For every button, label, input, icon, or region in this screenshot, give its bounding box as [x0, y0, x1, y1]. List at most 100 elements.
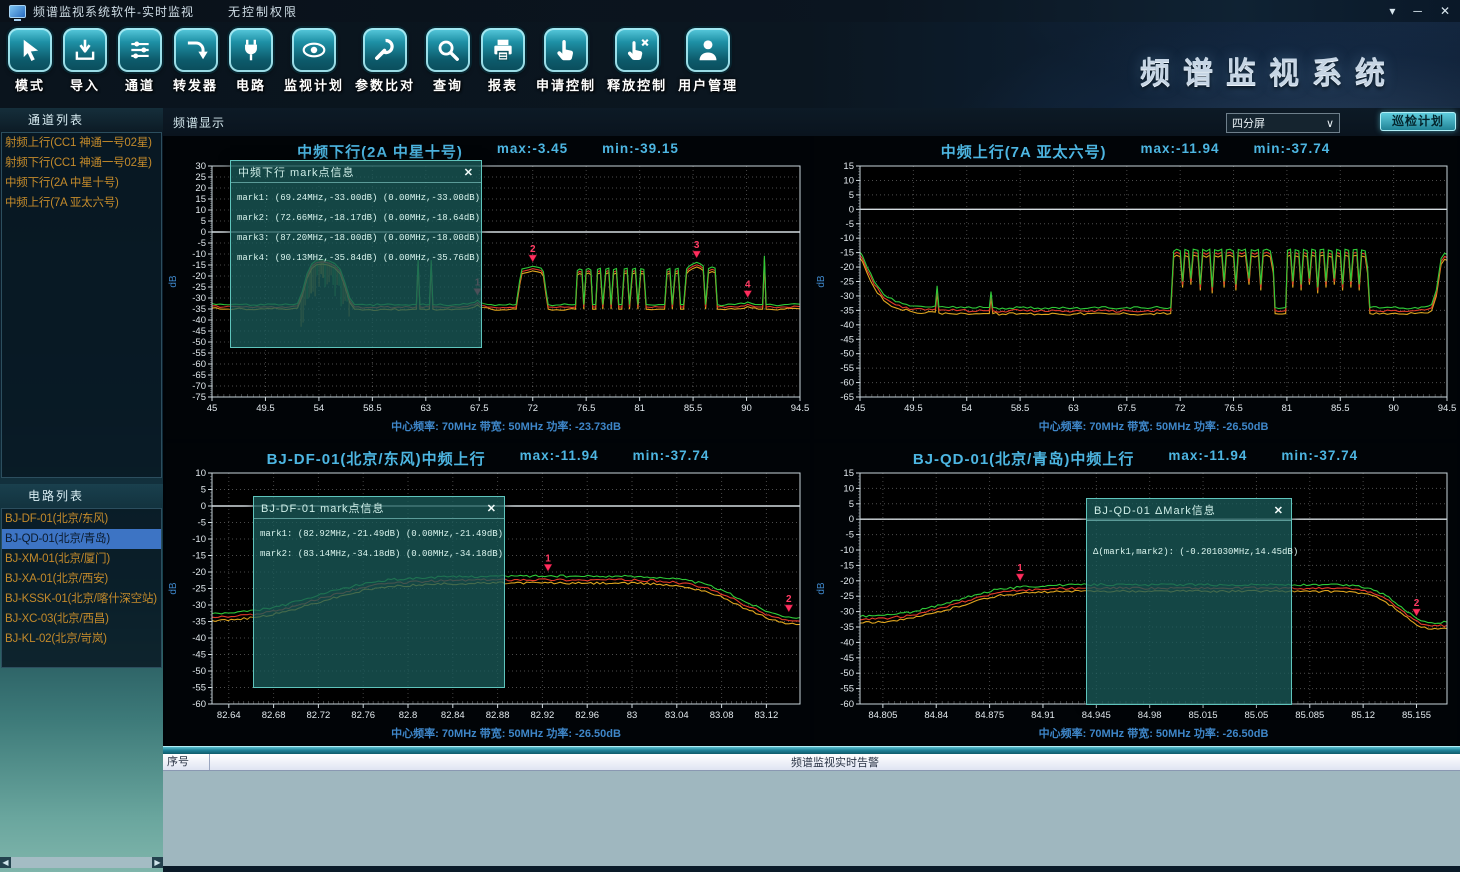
mark-info-popup[interactable]: BJ-QD-01 ΔMark信息✕Δ(mark1,mark2): (-0.201…	[1086, 498, 1292, 705]
channel-item[interactable]: 中频上行(7A 亚太六号)	[2, 193, 161, 213]
svg-text:-5: -5	[198, 238, 206, 249]
param-compare-button[interactable]: 参数比对	[355, 28, 415, 94]
svg-text:-25: -25	[840, 591, 854, 602]
svg-text:-40: -40	[192, 315, 206, 326]
svg-text:54: 54	[314, 403, 325, 414]
svg-text:-5: -5	[846, 530, 854, 541]
channel-item[interactable]: 射频下行(CC1 神通一号02星)	[2, 153, 161, 173]
svg-text:85.5: 85.5	[1331, 403, 1350, 414]
svg-text:-60: -60	[192, 359, 206, 370]
svg-text:-15: -15	[192, 551, 206, 562]
alarm-table: 序号 频谱监视实时告警	[163, 754, 1460, 866]
forward-arrow-icon	[174, 28, 218, 72]
svg-text:-70: -70	[192, 381, 206, 392]
popup-row: mark1: (69.24MHz,-33.00dB) (0.00MHz,-33.…	[237, 193, 475, 203]
query-button[interactable]: 查询	[426, 28, 470, 94]
chart-footer: 中心频率: 70MHz 带宽: 50MHz 功率: -23.73dB	[391, 419, 621, 433]
svg-text:85.155: 85.155	[1402, 710, 1431, 721]
svg-text:-35: -35	[840, 305, 854, 316]
svg-text:84.945: 84.945	[1082, 710, 1111, 721]
spectrum-chart-panel[interactable]: BJ-QD-01(北京/青岛)中频上行max:-11.94min:-37.74-…	[814, 443, 1457, 746]
alarm-table-header: 序号 频谱监视实时告警	[163, 754, 1460, 771]
channel-list-header: 通道列表	[0, 108, 163, 132]
tab-spectrum-display[interactable]: 频谱显示	[173, 114, 225, 131]
spectrum-chart-panel[interactable]: BJ-DF-01(北京/东风)中频上行max:-11.94min:-37.74-…	[166, 443, 810, 746]
circuit-list: BJ-DF-01(北京/东风)BJ-QD-01(北京/青岛)BJ-XM-01(北…	[1, 508, 162, 668]
svg-text:85.015: 85.015	[1189, 710, 1218, 721]
svg-text:90: 90	[1388, 403, 1399, 414]
svg-text:5: 5	[201, 216, 206, 227]
svg-text:0: 0	[201, 501, 206, 512]
svg-text:82.8: 82.8	[399, 710, 418, 721]
patrol-plan-button[interactable]: 巡检计划	[1380, 112, 1456, 131]
svg-text:-10: -10	[192, 249, 206, 260]
circuit-item[interactable]: BJ-XA-01(北京/西安)	[2, 569, 161, 589]
channel-list: 射频上行(CC1 神通一号02星)射频下行(CC1 神通一号02星)中频下行(2…	[1, 132, 162, 478]
mark-info-popup[interactable]: 中频下行 mark点信息✕mark1: (69.24MHz,-33.00dB) …	[230, 160, 482, 348]
splitter-bar[interactable]	[163, 746, 1460, 754]
svg-text:72: 72	[1175, 403, 1186, 414]
svg-text:-5: -5	[198, 518, 206, 529]
svg-text:2: 2	[530, 244, 536, 255]
permission-label: 无控制权限	[228, 3, 298, 20]
svg-text:-50: -50	[840, 349, 854, 360]
user-manage-button[interactable]: 用户管理	[678, 28, 738, 94]
svg-text:82.88: 82.88	[486, 710, 510, 721]
circuit-item[interactable]: BJ-KSSK-01(北京/喀什深空站)	[2, 589, 161, 609]
mode-button[interactable]: 模式	[8, 28, 52, 94]
scroll-left-icon[interactable]: ◀	[0, 857, 11, 868]
popup-row: mark2: (72.66MHz,-18.17dB) (0.00MHz,-18.…	[237, 213, 475, 223]
request-control-button[interactable]: 申请控制	[536, 28, 596, 94]
printer-icon	[481, 28, 525, 72]
svg-text:94.5: 94.5	[1438, 403, 1457, 414]
close-icon[interactable]: ✕	[1274, 504, 1284, 517]
layout-select[interactable]: 四分屏 ∨	[1226, 113, 1340, 133]
cursor-icon	[8, 28, 52, 72]
chart-footer: 中心频率: 70MHz 带宽: 50MHz 功率: -26.50dB	[1039, 419, 1269, 433]
param-compare-label: 参数比对	[355, 75, 415, 94]
report-button[interactable]: 报表	[481, 28, 525, 94]
close-button[interactable]: ✕	[1440, 0, 1450, 22]
close-icon[interactable]: ✕	[464, 166, 474, 179]
sidebar-scrollbar[interactable]: ◀ ▶	[0, 857, 163, 868]
svg-text:10: 10	[195, 205, 206, 216]
menu-button[interactable]: ▾	[1389, 0, 1395, 22]
svg-text:83.08: 83.08	[710, 710, 734, 721]
circuit-item[interactable]: BJ-KL-02(北京/岢岚)	[2, 629, 161, 649]
release-control-button[interactable]: 释放控制	[607, 28, 667, 94]
app-icon	[9, 5, 26, 18]
circuit-item[interactable]: BJ-XM-01(北京/厦门)	[2, 549, 161, 569]
svg-text:2: 2	[1414, 598, 1420, 609]
request-control-label: 申请控制	[536, 75, 596, 94]
circuit-item[interactable]: BJ-DF-01(北京/东风)	[2, 509, 161, 529]
svg-text:83.04: 83.04	[665, 710, 689, 721]
monitor-plan-button[interactable]: 监视计划	[284, 28, 344, 94]
mark-info-popup[interactable]: BJ-DF-01 mark点信息✕mark1: (82.92MHz,-21.49…	[253, 496, 505, 688]
channel-button[interactable]: 通道	[118, 28, 162, 94]
chart-footer: 中心频率: 70MHz 带宽: 50MHz 功率: -26.50dB	[1039, 726, 1269, 740]
channel-item[interactable]: 中频下行(2A 中星十号)	[2, 173, 161, 193]
circuit-item[interactable]: BJ-XC-03(北京/西昌)	[2, 609, 161, 629]
circuit-button[interactable]: 电路	[229, 28, 273, 94]
import-button[interactable]: 导入	[63, 28, 107, 94]
circuit-item[interactable]: BJ-QD-01(北京/青岛)	[2, 529, 161, 549]
svg-text:2: 2	[786, 594, 792, 605]
minimize-button[interactable]: ─	[1413, 0, 1422, 22]
spectrum-chart-panel[interactable]: 中频下行(2A 中星十号)max:-3.45min:-39.15-75-70-6…	[166, 136, 810, 439]
alarm-header-index: 序号	[163, 754, 210, 770]
close-icon[interactable]: ✕	[487, 502, 497, 515]
spectrum-chart-panel[interactable]: 中频上行(7A 亚太六号)max:-11.94min:-37.74-65-60-…	[814, 136, 1457, 439]
chart-grid: 中频下行(2A 中星十号)max:-3.45min:-39.15-75-70-6…	[163, 136, 1460, 746]
chart-footer: 中心频率: 70MHz 带宽: 50MHz 功率: -26.50dB	[391, 726, 621, 740]
svg-text:-15: -15	[840, 248, 854, 259]
svg-text:-20: -20	[192, 567, 206, 578]
main-tab-row: 频谱显示 四分屏 ∨ 巡检计划	[163, 108, 1460, 136]
transponder-button[interactable]: 转发器	[173, 28, 218, 94]
scroll-right-icon[interactable]: ▶	[152, 857, 163, 868]
svg-text:20: 20	[195, 183, 206, 194]
channel-item[interactable]: 射频上行(CC1 神通一号02星)	[2, 133, 161, 153]
popup-row: mark3: (87.20MHz,-18.00dB) (0.00MHz,-18.…	[237, 233, 475, 243]
svg-text:82.76: 82.76	[351, 710, 375, 721]
svg-text:-45: -45	[192, 650, 206, 661]
banner: 模式导入通道转发器电路监视计划参数比对查询报表申请控制释放控制用户管理 频谱监视…	[0, 22, 1460, 108]
